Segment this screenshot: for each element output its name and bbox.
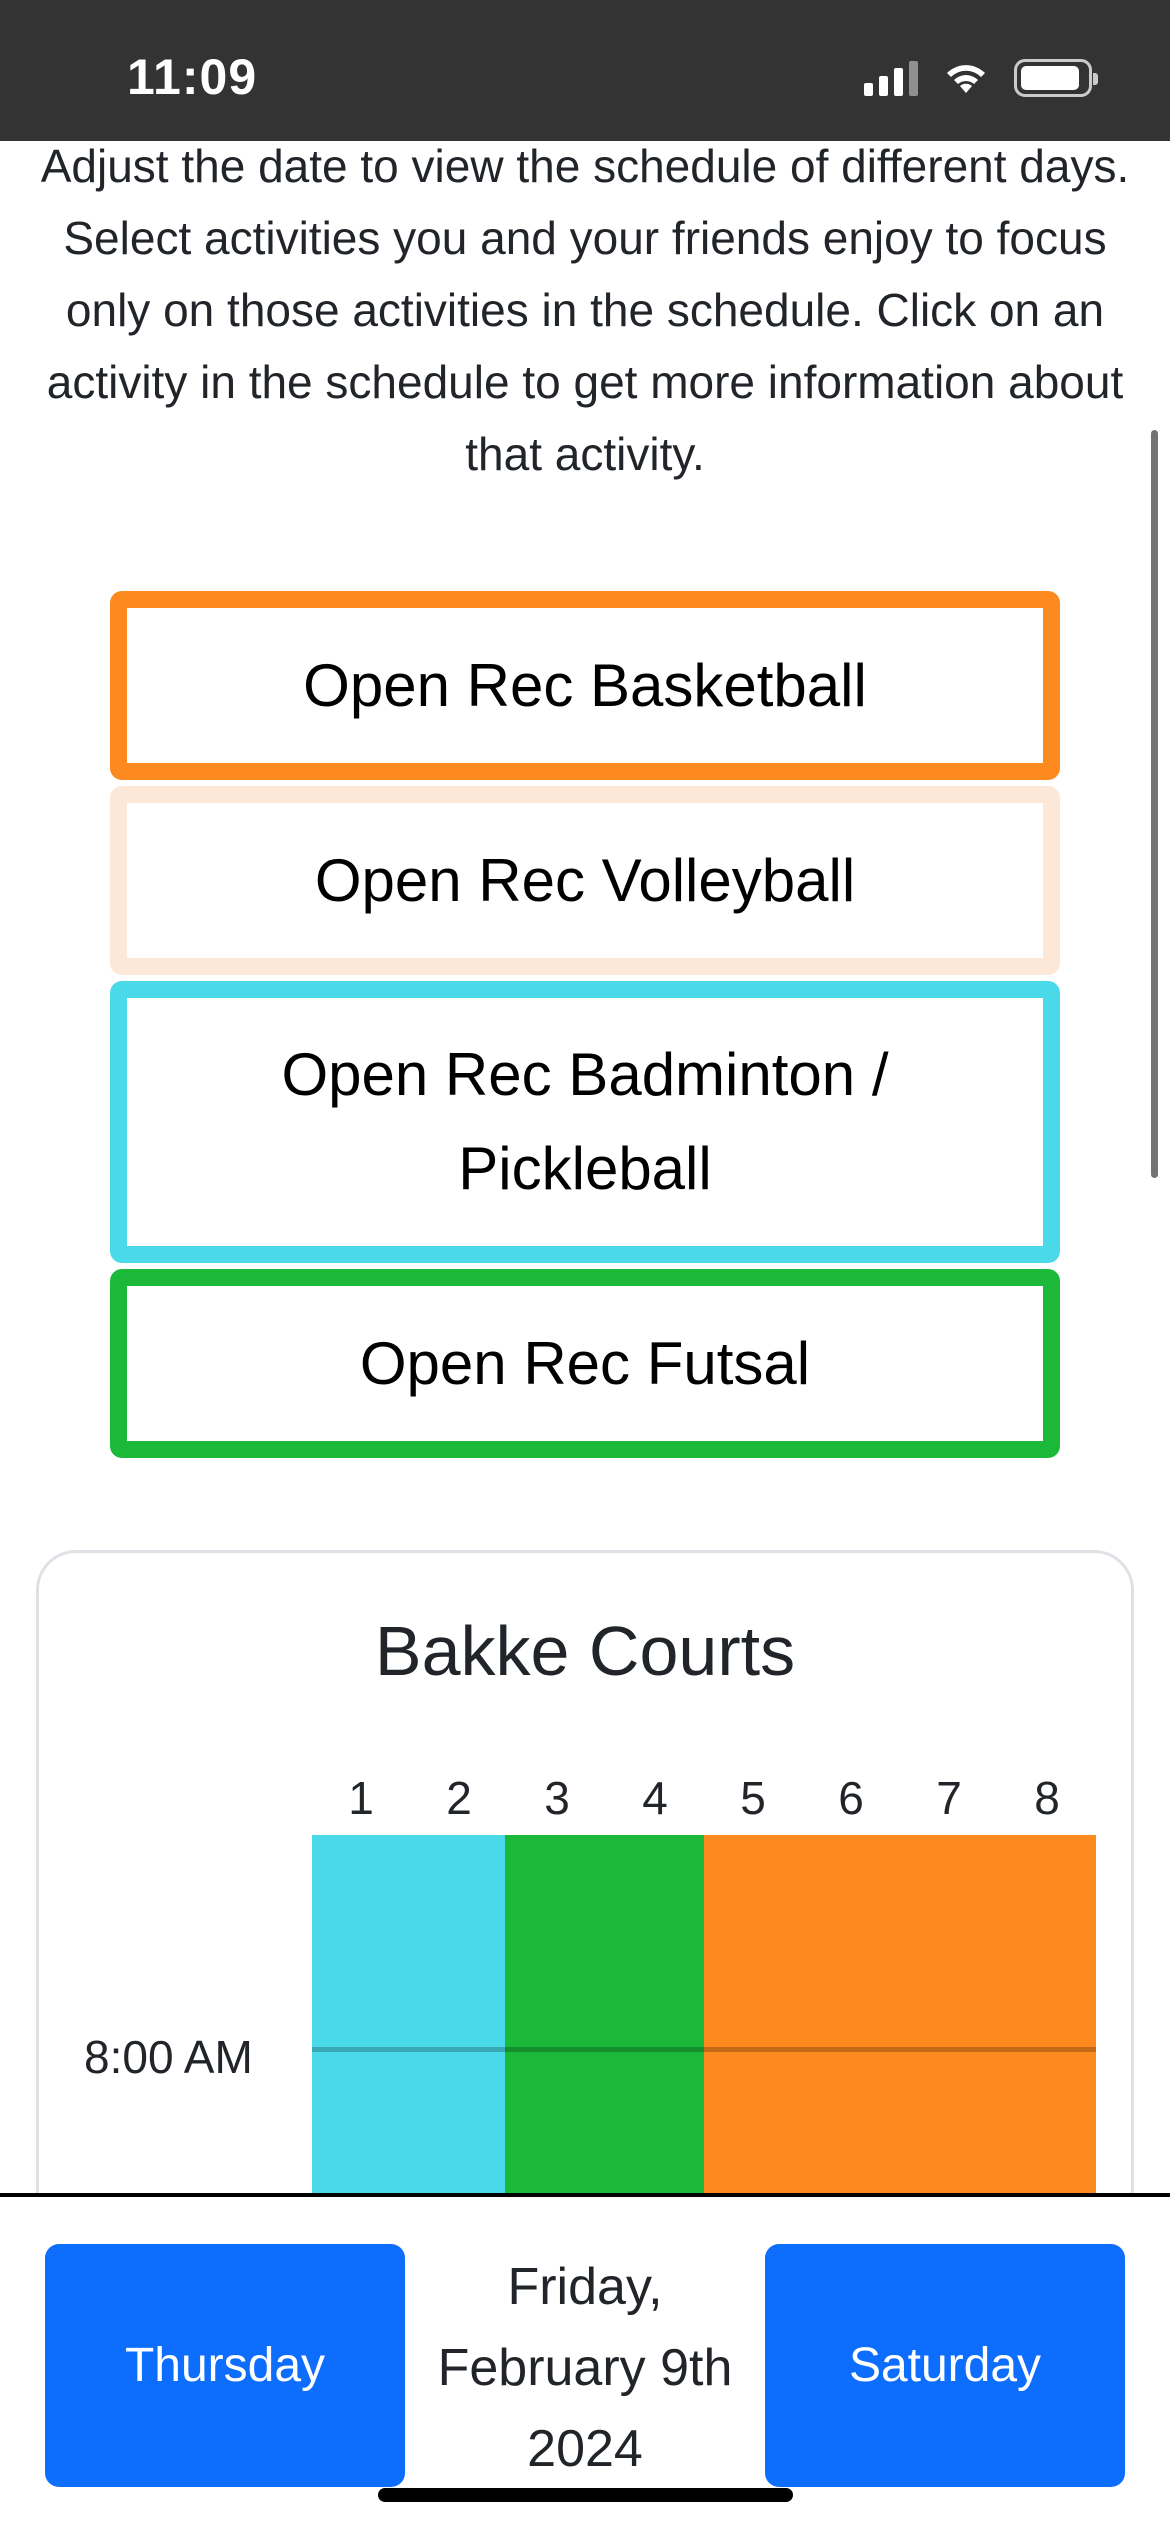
court-label: 4 (642, 1772, 668, 1824)
court-label: 1 (348, 1772, 374, 1824)
home-indicator[interactable] (378, 2488, 793, 2502)
intro-text: Adjust the date to view the schedule of … (40, 140, 1130, 480)
date-navigation-bar: Thursday Friday, February 9th 2024 Satur… (0, 2193, 1170, 2532)
activity-filter-futsal[interactable]: Open Rec Futsal (110, 1269, 1060, 1458)
current-year: 2024 (527, 2420, 643, 2478)
next-day-button[interactable]: Saturday (765, 2244, 1125, 2487)
activity-filter-volleyball[interactable]: Open Rec Volleyball (110, 786, 1060, 975)
current-day-name: Friday, (507, 2258, 663, 2316)
court-label: 5 (740, 1772, 766, 1824)
court-label: 7 (936, 1772, 962, 1824)
wifi-icon (947, 65, 985, 93)
activity-filter-label: Open Rec Basketball (303, 651, 867, 719)
court-label: 3 (544, 1772, 570, 1824)
app-screen: 11:09 Adjust the date to view the schedu… (0, 0, 1170, 2532)
hour-gridline (312, 2047, 1096, 2052)
status-bar: 11:09 (0, 0, 1170, 141)
scrollbar[interactable] (1151, 430, 1158, 1178)
current-month-day: February 9th (437, 2339, 733, 2397)
status-time: 11:09 (127, 49, 258, 105)
activity-filter-label: Open Rec Volleyball (314, 846, 856, 914)
activity-filter-badminton-pickleball[interactable]: Open Rec Badminton / Pickleball (110, 981, 1060, 1263)
battery-icon (1014, 59, 1098, 97)
time-label: 8:00 AM (84, 2031, 253, 2083)
status-icons (864, 55, 1098, 101)
court-header: 1 2 3 4 5 6 7 8 (312, 1771, 1096, 1831)
activity-filter-basketball[interactable]: Open Rec Basketball (110, 591, 1060, 780)
activity-filter-label: Open Rec Badminton / Pickleball (281, 1041, 889, 1202)
current-date: Friday, February 9th 2024 (410, 2247, 760, 2490)
court-label: 2 (446, 1772, 472, 1824)
court-label: 6 (838, 1772, 864, 1824)
activity-filter-label: Open Rec Futsal (359, 1329, 811, 1397)
facility-title: Bakke Courts (374, 1612, 796, 1690)
cellular-signal-icon (864, 60, 918, 96)
court-label: 8 (1034, 1772, 1060, 1824)
previous-day-button[interactable]: Thursday (45, 2244, 405, 2487)
